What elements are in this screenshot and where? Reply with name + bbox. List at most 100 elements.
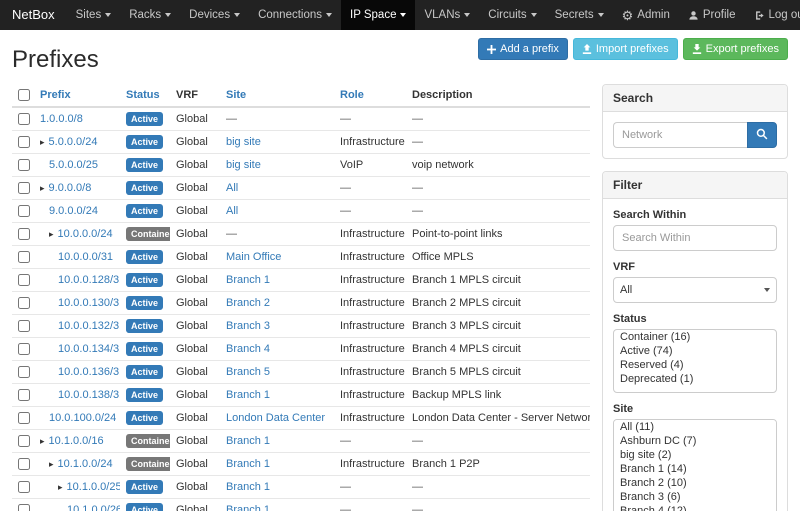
row-checkbox[interactable] — [18, 343, 30, 355]
search-input[interactable] — [613, 122, 747, 148]
nav-item-devices[interactable]: Devices — [180, 0, 249, 30]
search-within-input[interactable] — [613, 225, 777, 251]
prefix-link[interactable]: 10.0.0.0/31 — [58, 251, 113, 263]
expand-arrow-icon[interactable]: ▸ — [40, 137, 45, 147]
nav-item-circuits[interactable]: Circuits — [479, 0, 545, 30]
prefix-link[interactable]: 5.0.0.0/24 — [49, 136, 98, 148]
prefix-link[interactable]: 10.1.0.0/26 — [67, 504, 120, 511]
prefix-link[interactable]: 10.1.0.0/16 — [49, 435, 104, 447]
site-link[interactable]: big site — [226, 159, 261, 171]
prefix-link[interactable]: 10.0.0.128/31 — [58, 274, 120, 286]
site-link[interactable]: Branch 2 — [226, 297, 270, 309]
description-cell: Branch 3 MPLS circuit — [406, 315, 590, 338]
column-header-prefix[interactable]: Prefix — [40, 89, 71, 101]
filter-option[interactable]: Container (16) — [614, 330, 776, 344]
site-link[interactable]: Branch 5 — [226, 366, 270, 378]
expand-arrow-icon[interactable]: ▸ — [40, 183, 45, 193]
select-all-checkbox[interactable] — [18, 89, 30, 101]
filter-option[interactable]: Reserved (4) — [614, 358, 776, 372]
nav-item-vlans[interactable]: VLANs — [415, 0, 479, 30]
row-checkbox[interactable] — [18, 136, 30, 148]
prefix-link[interactable]: 10.0.0.138/31 — [58, 389, 120, 401]
column-header-vrf: VRF — [176, 89, 198, 101]
site-link[interactable]: Branch 1 — [226, 504, 270, 511]
prefix-link[interactable]: 10.0.0.130/31 — [58, 297, 120, 309]
prefix-link[interactable]: 10.1.0.0/25 — [67, 481, 120, 493]
prefix-link[interactable]: 10.0.0.132/31 — [58, 320, 120, 332]
filter-option[interactable]: Active (74) — [614, 344, 776, 358]
site-link[interactable]: London Data Center — [226, 412, 325, 424]
expand-arrow-icon[interactable]: ▸ — [49, 229, 54, 239]
row-checkbox[interactable] — [18, 435, 30, 447]
row-checkbox[interactable] — [18, 504, 30, 511]
logout-link[interactable]: Log out — [745, 0, 800, 30]
filter-option[interactable]: All (11) — [614, 420, 776, 434]
site-filter-list[interactable]: All (11)Ashburn DC (7)big site (2)Branch… — [613, 419, 777, 511]
nav-item-connections[interactable]: Connections — [249, 0, 341, 30]
site-link[interactable]: Branch 1 — [226, 389, 270, 401]
filter-option[interactable]: Deprecated (1) — [614, 372, 776, 386]
filter-option[interactable]: Branch 1 (14) — [614, 462, 776, 476]
expand-arrow-icon[interactable]: ▸ — [49, 459, 54, 469]
site-link[interactable]: Branch 1 — [226, 435, 270, 447]
row-checkbox[interactable] — [18, 251, 30, 263]
site-link[interactable]: Branch 1 — [226, 274, 270, 286]
prefix-link[interactable]: 10.0.0.0/24 — [58, 228, 113, 240]
prefix-link[interactable]: 10.1.0.0/24 — [58, 458, 113, 470]
export-prefixes-button[interactable]: Export prefixes — [683, 38, 788, 60]
row-checkbox[interactable] — [18, 274, 30, 286]
row-checkbox[interactable] — [18, 458, 30, 470]
prefix-link[interactable]: 9.0.0.0/8 — [49, 182, 92, 194]
prefix-link[interactable]: 9.0.0.0/24 — [49, 205, 98, 217]
site-link[interactable]: All — [226, 182, 238, 194]
search-button[interactable] — [747, 122, 777, 148]
filter-option[interactable]: Branch 3 (6) — [614, 490, 776, 504]
site-link[interactable]: Branch 4 — [226, 343, 270, 355]
row-checkbox[interactable] — [18, 366, 30, 378]
row-checkbox[interactable] — [18, 320, 30, 332]
site-link[interactable]: Branch 1 — [226, 481, 270, 493]
vrf-cell: Global — [170, 223, 220, 246]
prefix-link[interactable]: 10.0.0.136/31 — [58, 366, 120, 378]
row-checkbox[interactable] — [18, 412, 30, 424]
filter-option[interactable]: Ashburn DC (7) — [614, 434, 776, 448]
import-prefixes-button[interactable]: Import prefixes — [573, 38, 678, 60]
status-filter-list[interactable]: Container (16)Active (74)Reserved (4)Dep… — [613, 329, 777, 393]
profile-link[interactable]: Profile — [679, 0, 745, 30]
site-link[interactable]: Branch 3 — [226, 320, 270, 332]
row-checkbox[interactable] — [18, 113, 30, 125]
prefix-link[interactable]: 1.0.0.0/8 — [40, 113, 83, 125]
site-link[interactable]: Main Office — [226, 251, 281, 263]
expand-arrow-icon[interactable]: ▸ — [58, 482, 63, 492]
column-header-site[interactable]: Site — [226, 89, 246, 101]
filter-option[interactable]: Branch 4 (12) — [614, 504, 776, 511]
row-checkbox[interactable] — [18, 389, 30, 401]
column-header-role[interactable]: Role — [340, 89, 364, 101]
vrf-select[interactable]: All — [613, 277, 777, 303]
row-checkbox[interactable] — [18, 182, 30, 194]
site-link[interactable]: All — [226, 205, 238, 217]
row-checkbox[interactable] — [18, 297, 30, 309]
row-checkbox[interactable] — [18, 228, 30, 240]
column-header-status[interactable]: Status — [126, 89, 160, 101]
add-prefix-button[interactable]: Add a prefix — [478, 38, 568, 60]
filter-option[interactable]: Branch 2 (10) — [614, 476, 776, 490]
prefix-link[interactable]: 5.0.0.0/25 — [49, 159, 98, 171]
status-badge: Active — [126, 319, 163, 333]
filter-option[interactable]: big site (2) — [614, 448, 776, 462]
prefix-link[interactable]: 10.0.0.134/31 — [58, 343, 120, 355]
prefix-link[interactable]: 10.0.100.0/24 — [49, 412, 116, 424]
row-checkbox[interactable] — [18, 481, 30, 493]
row-checkbox[interactable] — [18, 205, 30, 217]
nav-item-ip-space[interactable]: IP Space — [341, 0, 415, 30]
nav-item-secrets[interactable]: Secrets — [546, 0, 613, 30]
nav-item-sites[interactable]: Sites — [67, 0, 121, 30]
site-link[interactable]: Branch 1 — [226, 458, 270, 470]
expand-arrow-icon[interactable]: ▸ — [40, 436, 45, 446]
row-checkbox[interactable] — [18, 159, 30, 171]
admin-link[interactable]: ⚙ Admin — [613, 0, 679, 30]
brand[interactable]: NetBox — [0, 0, 67, 30]
nav-item-racks[interactable]: Racks — [120, 0, 180, 30]
site-link[interactable]: big site — [226, 136, 261, 148]
role-cell: Infrastructure — [334, 384, 406, 407]
